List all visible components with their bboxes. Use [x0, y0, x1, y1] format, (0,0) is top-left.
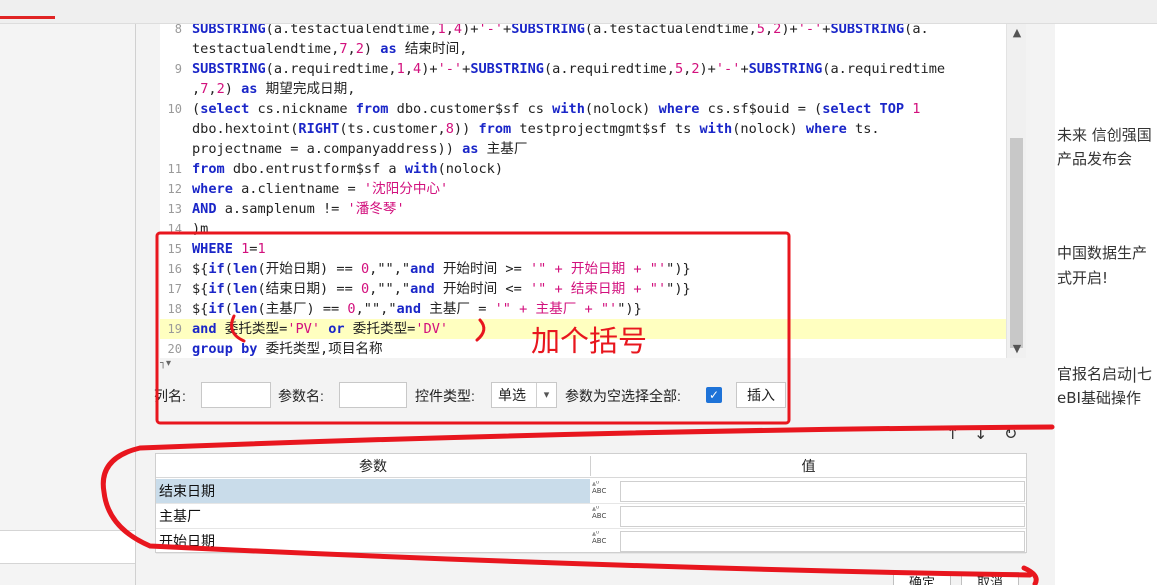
control-type-value: 单选 [498, 387, 526, 403]
code-text[interactable]: SUBSTRING(a.testactualendtime,1,4)+'-'+S… [192, 24, 929, 39]
background-accent-line [0, 16, 55, 19]
code-line[interactable]: 17 ${if(len(结束日期) == 0,"","and 开始时间 <= '"… [160, 279, 1006, 299]
param-name-cell[interactable]: 结束日期 [156, 479, 590, 503]
code-line[interactable]: 14 )m [160, 219, 1006, 239]
line-number: 8 [174, 24, 182, 36]
code-line[interactable]: dbo.hextoint(RIGHT(ts.customer,8)) from … [160, 119, 1006, 139]
param-value-input[interactable] [620, 531, 1025, 552]
news-line[interactable]: 产品发布会 [1057, 148, 1132, 170]
text-type-icon[interactable]: ⩓ᵁ ABC [592, 506, 616, 528]
text-type-icon-label: ABC [592, 487, 607, 495]
control-type-label: 控件类型: [415, 388, 475, 404]
text-type-icon[interactable]: ⩓ᵁ ABC [592, 481, 616, 503]
chevron-down-icon[interactable]: ▾ [536, 383, 556, 407]
line-number: 20 [167, 342, 182, 356]
code-text[interactable]: testactualendtime,7,2) as 结束时间, [192, 39, 467, 59]
annotation-text: 加个括号 [531, 324, 648, 358]
code-text[interactable]: WHERE 1=1 [192, 239, 266, 259]
code-line[interactable]: projectname = a.companyaddress)) as 主基厂 [160, 139, 1006, 159]
news-line[interactable]: eBI基础操作 [1057, 387, 1141, 409]
news-line[interactable]: 中国数据生产 [1057, 242, 1147, 264]
code-text[interactable]: from dbo.entrustform$sf a with(nolock) [192, 159, 503, 179]
line-number: 19 [167, 322, 182, 336]
code-line[interactable]: ,7,2) as 期望完成日期, [160, 79, 1006, 99]
cancel-button[interactable]: 取消 [961, 572, 1019, 585]
parameter-table: 参数 值 结束日期 ⩓ᵁ ABC 主基厂 ⩓ᵁ ABC 开始日期 ⩓ᵁ ABC [155, 453, 1027, 554]
code-line[interactable]: 9 SUBSTRING(a.requiredtime,1,4)+'-'+SUBST… [160, 59, 1006, 79]
move-up-icon[interactable]: ↑ [946, 424, 959, 443]
line-number: 12 [167, 182, 182, 196]
sql-editor[interactable]: 8 SUBSTRING(a.testactualendtime,1,4)+'-'+… [160, 24, 1006, 358]
code-line[interactable]: 12 where a.clientname = '沈阳分中心' [160, 179, 1006, 199]
editor-vertical-scrollbar[interactable]: ▲ ▼ [1006, 24, 1026, 358]
code-line[interactable]: 13 AND a.samplenum != '潘冬琴' [160, 199, 1006, 219]
select-all-label: 参数为空选择全部: [565, 388, 681, 404]
code-line[interactable]: 8 SUBSTRING(a.testactualendtime,1,4)+'-'+… [160, 24, 1006, 39]
refresh-icon[interactable]: ↻ [1004, 424, 1017, 443]
code-text[interactable]: projectname = a.companyaddress)) as 主基厂 [192, 139, 527, 159]
line-number: 17 [167, 282, 182, 296]
code-text[interactable]: dbo.hextoint(RIGHT(ts.customer,8)) from … [192, 119, 880, 139]
table-row[interactable]: 开始日期 ⩓ᵁ ABC [156, 529, 1026, 554]
code-line[interactable]: testactualendtime,7,2) as 结束时间, [160, 39, 1006, 59]
background-top-bar [0, 0, 1157, 24]
code-text[interactable]: and 委托类型='PV' or 委托类型='DV' [192, 319, 448, 339]
code-line[interactable]: 18 ${if(len(主基厂) == 0,"","and 主基厂 = '" + … [160, 299, 1006, 319]
code-line[interactable]: 16 ${if(len(开始日期) == 0,"","and 开始时间 >= '"… [160, 259, 1006, 279]
line-number: 10 [167, 102, 182, 116]
line-number: 16 [167, 262, 182, 276]
scroll-down-icon[interactable]: ▼ [1007, 340, 1027, 358]
code-text[interactable]: ${if(len(主基厂) == 0,"","and 主基厂 = '" + 主基… [192, 299, 642, 319]
param-value-input[interactable] [620, 506, 1025, 527]
table-row[interactable]: 结束日期 ⩓ᵁ ABC [156, 479, 1026, 504]
background-news-panel [1055, 24, 1157, 585]
line-number: 11 [167, 162, 182, 176]
table-header: 参数 值 [156, 454, 1026, 478]
param-name-label: 参数名: [278, 388, 324, 404]
param-name-input[interactable] [339, 382, 407, 408]
text-type-icon-label: ABC [592, 537, 607, 545]
line-number: 13 [167, 202, 182, 216]
text-type-icon[interactable]: ⩓ᵁ ABC [592, 531, 616, 553]
code-text[interactable]: )m [192, 219, 208, 239]
news-line[interactable]: 官报名启动|七 [1057, 363, 1152, 385]
insert-button[interactable]: 插入 [736, 382, 786, 408]
code-text[interactable]: ${if(len(结束日期) == 0,"","and 开始时间 <= '" +… [192, 279, 691, 299]
code-text[interactable]: SUBSTRING(a.requiredtime,1,4)+'-'+SUBSTR… [192, 59, 945, 79]
param-name-cell[interactable]: 开始日期 [156, 529, 590, 553]
line-number: 14 [167, 222, 182, 236]
fold-marker-icon: ┐▾ [160, 358, 172, 369]
column-name-label: 列名: [154, 388, 186, 404]
news-line[interactable]: 未来 信创强国 [1057, 124, 1152, 146]
control-type-select[interactable]: 单选 ▾ [491, 382, 557, 408]
scroll-up-icon[interactable]: ▲ [1007, 24, 1027, 42]
code-line[interactable]: 11 from dbo.entrustform$sf a with(nolock) [160, 159, 1006, 179]
select-all-checkbox[interactable]: ✓ [706, 387, 722, 403]
line-number: 18 [167, 302, 182, 316]
code-line[interactable]: 15 WHERE 1=1 [160, 239, 1006, 259]
line-number: 9 [174, 62, 182, 76]
code-text[interactable]: ,7,2) as 期望完成日期, [192, 79, 355, 99]
code-text[interactable]: (select cs.nickname from dbo.customer$sf… [192, 99, 920, 119]
param-value-input[interactable] [620, 481, 1025, 502]
move-down-icon[interactable]: ↓ [974, 424, 987, 443]
code-text[interactable]: where a.clientname = '沈阳分中心' [192, 179, 448, 199]
code-text[interactable]: ${if(len(开始日期) == 0,"","and 开始时间 >= '" +… [192, 259, 691, 279]
param-column-header: 参数 [359, 458, 387, 474]
column-name-input[interactable] [201, 382, 271, 408]
table-row[interactable]: 主基厂 ⩓ᵁ ABC [156, 504, 1026, 529]
code-line[interactable]: 10 (select cs.nickname from dbo.customer$… [160, 99, 1006, 119]
text-type-icon-label: ABC [592, 512, 607, 520]
scroll-thumb[interactable] [1010, 138, 1023, 348]
ok-button[interactable]: 确定 [893, 572, 951, 585]
param-name-cell[interactable]: 主基厂 [156, 504, 590, 528]
background-left-input [0, 530, 155, 564]
code-text[interactable]: AND a.samplenum != '潘冬琴' [192, 199, 405, 219]
value-column-header: 值 [801, 458, 816, 474]
code-text[interactable]: group by 委托类型,项目名称 [192, 339, 383, 358]
news-line[interactable]: 式开启! [1057, 267, 1108, 289]
line-number: 15 [167, 242, 182, 256]
